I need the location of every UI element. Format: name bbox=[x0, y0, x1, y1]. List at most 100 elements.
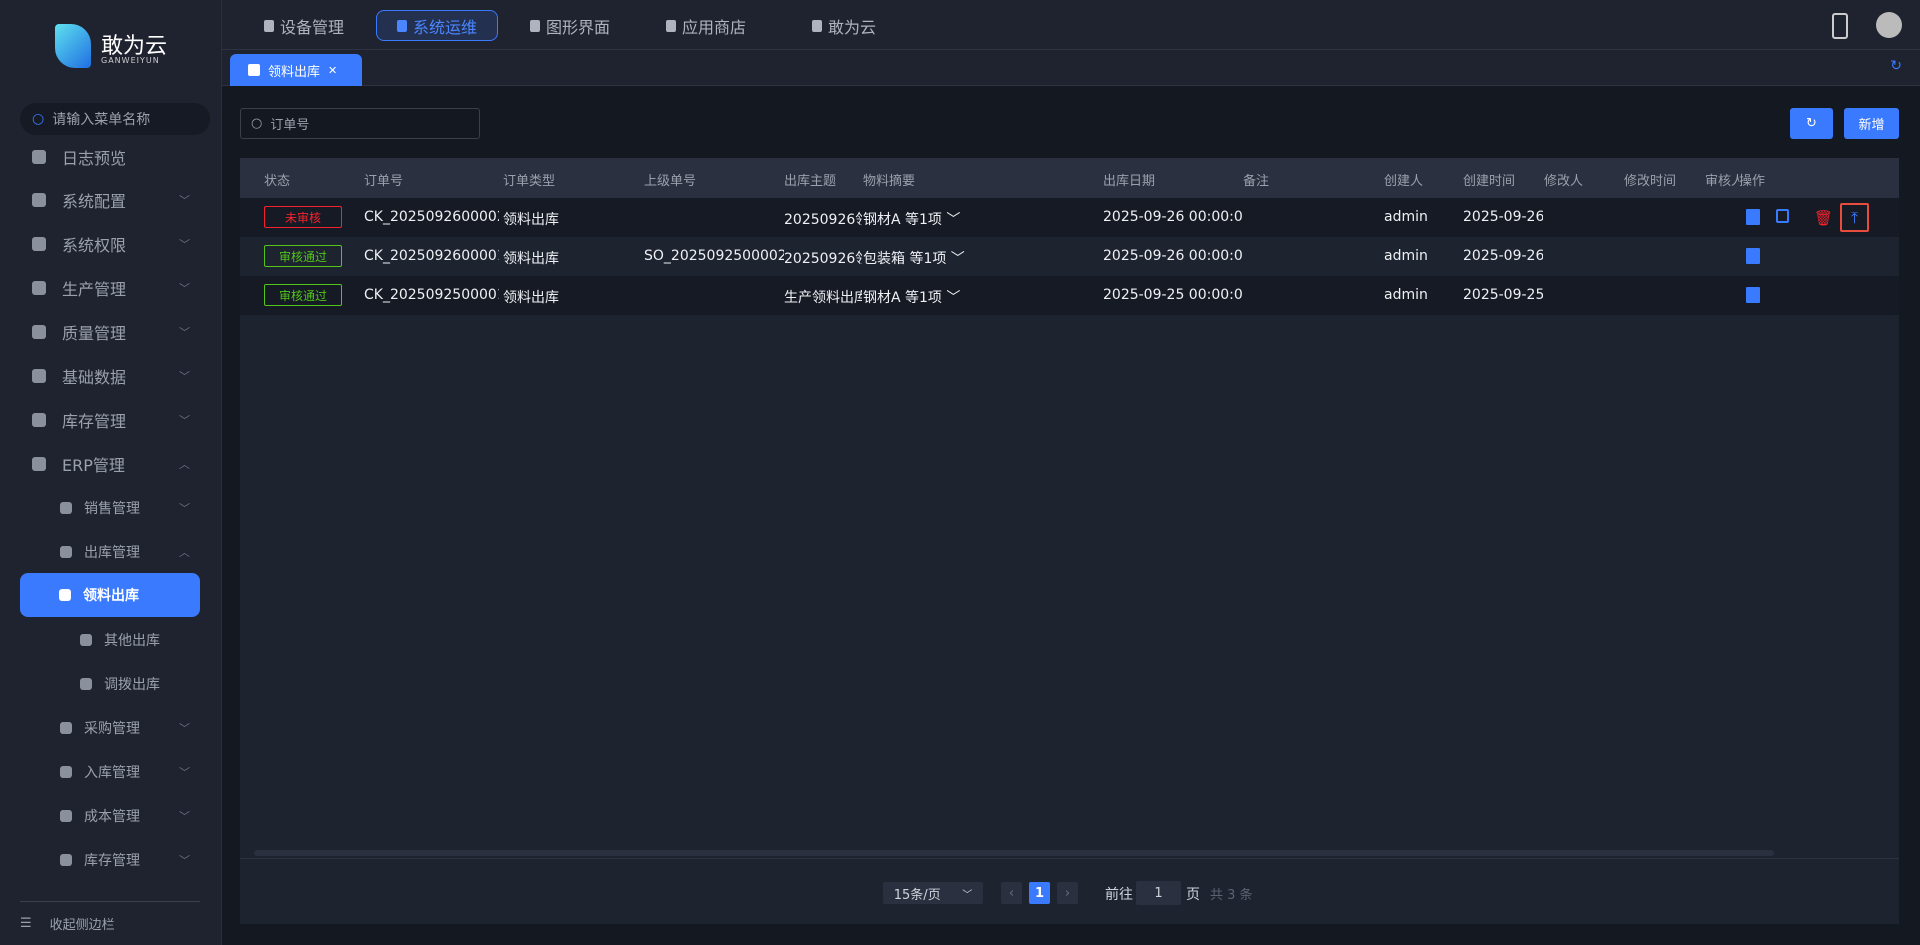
menu-icon bbox=[80, 634, 92, 646]
view-detail-icon[interactable] bbox=[1746, 287, 1760, 303]
nav-label: 系统运维 bbox=[413, 17, 478, 37]
sidebar-item[interactable]: 系统配置 ﹀ bbox=[0, 178, 222, 222]
chevron-icon: ︿ bbox=[179, 458, 190, 471]
search-placeholder: 订单号 bbox=[270, 118, 310, 133]
sidebar-item[interactable]: 日志预览 bbox=[0, 135, 222, 179]
chevron-icon: ﹀ bbox=[179, 194, 190, 207]
sidebar-item[interactable]: 其他出库 bbox=[0, 618, 222, 662]
nav-item[interactable]: 系统运维 bbox=[376, 10, 499, 41]
cell-subject: 20250926领料出库 bbox=[784, 212, 862, 228]
cell-summary[interactable]: 钢材A 等1项 ﹀ bbox=[863, 209, 1053, 229]
nav-icon bbox=[812, 19, 822, 32]
sidebar-item[interactable]: 系统权限 ﹀ bbox=[0, 222, 222, 266]
nav-icon bbox=[666, 19, 676, 32]
column-header: 创建人 bbox=[1384, 174, 1424, 189]
goto-page-input[interactable]: 1 bbox=[1136, 881, 1181, 905]
sidebar-item[interactable]: 库存管理 ﹀ bbox=[0, 838, 222, 882]
sidebar-item[interactable]: 采购管理 ﹀ bbox=[0, 706, 222, 750]
cell-summary[interactable]: 包装箱 等1项 ﹀ bbox=[863, 248, 1053, 268]
sidebar-item-label: 库存管理 bbox=[84, 853, 140, 869]
refresh-tabs-icon[interactable]: ↻ bbox=[1890, 58, 1902, 74]
cell-creator: admin bbox=[1384, 209, 1428, 225]
avatar[interactable] bbox=[1876, 12, 1902, 38]
cell-subject: 生产领料出库 bbox=[784, 290, 862, 306]
menu-icon bbox=[60, 810, 72, 822]
cell-summary[interactable]: 钢材A 等1项 ﹀ bbox=[863, 287, 1053, 307]
next-page-button[interactable]: › bbox=[1057, 882, 1078, 904]
chevron-down-icon: ﹀ bbox=[962, 889, 973, 901]
nav-label: 应用商店 bbox=[682, 17, 747, 37]
sidebar-item-label: 生产管理 bbox=[62, 280, 127, 299]
nav-label: 设备管理 bbox=[280, 17, 345, 37]
column-header: 上级单号 bbox=[644, 174, 697, 189]
sidebar-item-label: 领料出库 bbox=[83, 588, 139, 604]
sidebar-item[interactable]: 基础数据 ﹀ bbox=[0, 354, 222, 398]
horizontal-scrollbar[interactable] bbox=[254, 850, 1774, 856]
nav-item[interactable]: 应用商店 bbox=[646, 10, 766, 41]
nav-item[interactable]: 设备管理 bbox=[244, 10, 364, 41]
logo-subtitle: GANWEIYUN bbox=[101, 56, 160, 65]
chevron-icon: ﹀ bbox=[179, 282, 190, 295]
sidebar-item-label: ERP管理 bbox=[62, 456, 125, 475]
sidebar-item[interactable]: 出库管理 ︿ bbox=[0, 530, 222, 574]
sidebar-item[interactable]: 调拨出库 bbox=[0, 662, 222, 706]
collapse-icon: ☰ bbox=[20, 916, 32, 931]
column-header: 出库日期 bbox=[1103, 174, 1156, 189]
new-button[interactable]: 新增 bbox=[1844, 108, 1899, 139]
cell-type: 领料出库 bbox=[503, 290, 559, 306]
status-badge: 未审核 bbox=[264, 206, 342, 228]
menu-search-input[interactable]: ○ 请输入菜单名称 bbox=[20, 103, 210, 135]
menu-icon bbox=[32, 457, 46, 471]
chevron-icon: ﹀ bbox=[179, 722, 190, 735]
chevron-icon: ﹀ bbox=[179, 810, 190, 823]
sidebar-item[interactable]: 领料出库 bbox=[20, 573, 200, 617]
upload-icon[interactable]: ⤒ bbox=[1840, 203, 1869, 232]
menu-icon bbox=[60, 502, 72, 514]
sidebar-item-label: 出库管理 bbox=[84, 545, 140, 561]
sidebar-item[interactable]: 库存管理 ﹀ bbox=[0, 398, 222, 442]
mobile-icon[interactable] bbox=[1832, 13, 1848, 39]
warehouse-icon bbox=[248, 64, 260, 76]
column-header: 备注 bbox=[1243, 174, 1270, 189]
sidebar-item[interactable]: 销售管理 ﹀ bbox=[0, 486, 222, 530]
top-nav: 设备管理 系统运维 图形界面 应用商店 敢为云 bbox=[222, 0, 1920, 50]
nav-label: 图形界面 bbox=[546, 17, 611, 37]
sidebar-item[interactable]: 入库管理 ﹀ bbox=[0, 750, 222, 794]
tab-label: 领料出库 bbox=[268, 64, 321, 80]
nav-icon bbox=[397, 19, 407, 32]
cell-type: 领料出库 bbox=[503, 212, 559, 228]
sidebar-item-label: 基础数据 bbox=[62, 368, 127, 387]
view-detail-icon[interactable] bbox=[1746, 248, 1760, 264]
menu-icon bbox=[32, 413, 46, 427]
edit-icon[interactable] bbox=[1776, 209, 1789, 223]
view-detail-icon[interactable] bbox=[1746, 209, 1760, 225]
cell-type: 领料出库 bbox=[503, 251, 559, 267]
cell-creator: admin bbox=[1384, 248, 1428, 264]
nav-item[interactable]: 图形界面 bbox=[510, 10, 630, 41]
tab-material-outbound[interactable]: 领料出库 ✕ bbox=[230, 54, 362, 86]
sidebar-item[interactable]: 生产管理 ﹀ bbox=[0, 266, 222, 310]
delete-icon[interactable]: 🗑 bbox=[1814, 209, 1833, 227]
sidebar-item-label: 质量管理 bbox=[62, 324, 127, 343]
column-header: 状态 bbox=[264, 174, 291, 189]
sidebar-item-label: 成本管理 bbox=[84, 809, 140, 825]
page-1-button[interactable]: 1 bbox=[1029, 882, 1050, 904]
nav-item[interactable]: 敢为云 bbox=[792, 10, 896, 41]
sidebar-item[interactable]: ERP管理 ︿ bbox=[0, 442, 222, 486]
chevron-icon: ﹀ bbox=[179, 854, 190, 867]
table-panel: 状态 订单号 订单类型 上级单号 出库主题 物料摘要 出库日期 备注 创建人 创建时间 修改人 修改时… bbox=[240, 158, 1899, 924]
nav-label: 敢为云 bbox=[828, 17, 877, 37]
collapse-sidebar-button[interactable]: ☰ 收起侧边栏 bbox=[20, 914, 115, 933]
search-icon: ○ bbox=[251, 116, 263, 131]
sidebar-item[interactable]: 质量管理 ﹀ bbox=[0, 310, 222, 354]
order-no-search-input[interactable]: ○ 订单号 bbox=[240, 108, 480, 139]
column-header: 修改时间 bbox=[1624, 174, 1677, 189]
sidebar-item[interactable]: 成本管理 ﹀ bbox=[0, 794, 222, 838]
page-size-select[interactable]: 15条/页 ﹀ bbox=[883, 882, 983, 904]
refresh-button[interactable]: ↻ bbox=[1790, 108, 1833, 139]
close-tab-icon[interactable]: ✕ bbox=[328, 64, 337, 77]
chevron-icon: ﹀ bbox=[179, 238, 190, 251]
menu-icon bbox=[32, 325, 46, 339]
cell-parent-no: SO_2025092500002 bbox=[644, 248, 784, 264]
prev-page-button[interactable]: ‹ bbox=[1001, 882, 1022, 904]
